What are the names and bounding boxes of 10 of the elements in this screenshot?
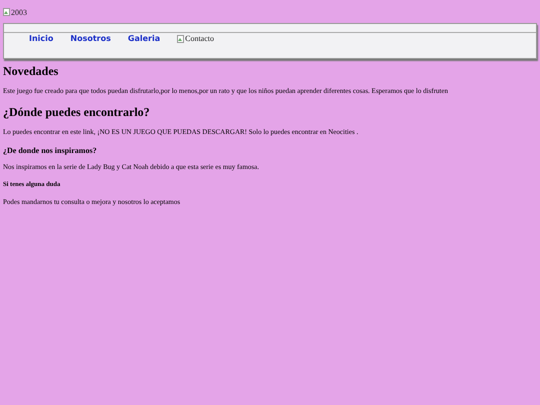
image-alt-text[interactable]: Contacto [185, 34, 214, 43]
section-heading: Novedades [3, 64, 60, 79]
broken-image-icon [177, 34, 184, 42]
image-alt-text: 2003 [11, 8, 27, 16]
nav-link[interactable]: Nosotros [70, 34, 111, 43]
nav-link[interactable]: Inicio [29, 34, 54, 43]
broken-image-icon [3, 8, 10, 16]
nav-link[interactable]: Galeria [128, 34, 160, 43]
section-heading: ¿De donde nos inspiramos? [3, 146, 98, 155]
section-heading: ¿Dónde puedes encontrarlo? [3, 105, 151, 120]
